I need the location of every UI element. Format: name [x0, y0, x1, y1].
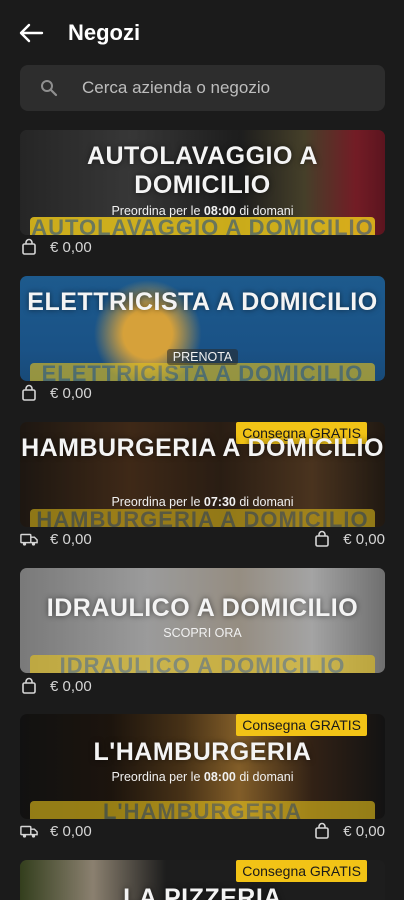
- shop-name: IDRAULICO A DOMICILIO: [46, 594, 359, 622]
- search-input[interactable]: Cerca azienda o negozio: [20, 65, 385, 111]
- shop-schedule: Preordina per le 08:00 di domani: [111, 770, 294, 784]
- min-order-price: € 0,00: [50, 677, 92, 695]
- shopping-bag-icon: [22, 384, 36, 401]
- search-icon: [41, 80, 58, 97]
- shop-banner: AUTOLAVAGGIO A DOMICILIO: [30, 217, 375, 235]
- shop-name: AUTOLAVAGGIO A DOMICILIO: [86, 142, 319, 199]
- shop-meta: € 0,00 € 0,00: [20, 822, 385, 844]
- free-delivery-badge: Consegna GRATIS: [236, 714, 367, 736]
- shop-banner: IDRAULICO A DOMICILIO: [30, 655, 375, 673]
- shop-meta: € 0,00 € 0,00: [20, 530, 385, 552]
- delivery-truck-icon: [20, 825, 38, 838]
- shop-name: ELETTRICISTA A DOMICILIO: [27, 288, 378, 316]
- shop-banner: L'HAMBURGERIA: [30, 801, 375, 819]
- shop-banner: ELETTRICISTA A DOMICILIO: [30, 363, 375, 381]
- shop-card-autolavaggio[interactable]: AUTOLAVAGGIO A DOMICILIO AUTOLAVAGGIO A …: [20, 130, 385, 235]
- shopping-bag-icon: [22, 238, 36, 255]
- min-order-price: € 0,00: [343, 530, 385, 548]
- shop-schedule: Preordina per le 08:00 di domani: [111, 204, 294, 218]
- shop-meta: € 0,00: [20, 238, 385, 260]
- shop-banner: HAMBURGERIA A DOMICILIO: [30, 509, 375, 527]
- shopping-bag-icon: [22, 677, 36, 694]
- shop-card-elettricista[interactable]: ELETTRICISTA A DOMICILIO ELETTRICISTA A …: [20, 276, 385, 381]
- delivery-truck-icon: [20, 533, 38, 546]
- min-order-price: € 0,00: [50, 384, 92, 402]
- shopping-bag-icon: [315, 530, 330, 547]
- shop-card-hamburgeria-domicilio[interactable]: HAMBURGERIA A DOMICILIO Consegna GRATIS …: [20, 422, 385, 527]
- shop-schedule: Preordina per le 07:30 di domani: [111, 495, 294, 509]
- shop-name: L'HAMBURGERIA: [93, 738, 312, 766]
- shop-meta: € 0,00: [20, 384, 385, 406]
- shop-name: LA PIZZERIA: [123, 884, 282, 900]
- shop-card-pizzeria[interactable]: Consegna GRATIS LA PIZZERIA: [20, 860, 385, 900]
- shop-meta: € 0,00: [20, 677, 385, 699]
- search-placeholder: Cerca azienda o negozio: [82, 78, 271, 97]
- app-header: Negozi: [0, 0, 404, 64]
- delivery-price: € 0,00: [50, 822, 92, 840]
- min-order-price: € 0,00: [343, 822, 385, 840]
- shopping-bag-icon: [315, 822, 330, 839]
- free-delivery-badge: Consegna GRATIS: [236, 860, 367, 882]
- shop-action: PRENOTA: [20, 349, 385, 365]
- page-title: Negozi: [68, 20, 141, 45]
- shop-name: HAMBURGERIA A DOMICILIO: [21, 434, 384, 462]
- delivery-price: € 0,00: [50, 530, 92, 548]
- shop-action: SCOPRI ORA: [163, 626, 242, 640]
- back-arrow-icon: [19, 23, 44, 43]
- min-order-price: € 0,00: [50, 238, 92, 256]
- shop-card-lhamburgeria[interactable]: L'HAMBURGERIA Consegna GRATIS L'HAMBURGE…: [20, 714, 385, 819]
- back-button[interactable]: [16, 18, 46, 48]
- shop-card-idraulico[interactable]: IDRAULICO A DOMICILIO IDRAULICO A DOMICI…: [20, 568, 385, 673]
